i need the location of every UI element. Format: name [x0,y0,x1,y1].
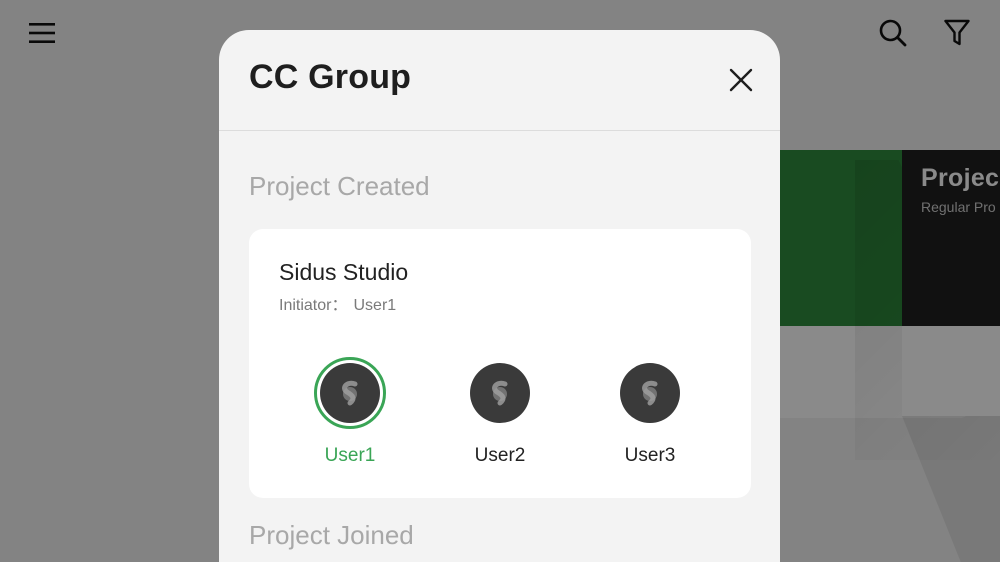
member-name: User2 [474,445,526,466]
app-screen: Projec Regular Pro CC Group Project Crea… [0,0,1000,562]
avatar-selected-ring [314,357,386,429]
avatar [470,363,530,423]
section-title-project-created: Project Created [249,171,430,201]
section-title-project-joined: Project Joined [249,520,414,550]
avatar-ring [614,357,686,429]
cc-group-modal: CC Group Project Created Sidus Studio In… [219,30,780,562]
user-avatar-logo-icon [342,380,358,406]
project-card[interactable]: Sidus Studio Initiator： User1 User1 User… [249,229,751,498]
member-name: User3 [624,445,676,466]
user-avatar-logo-icon [642,380,658,406]
member-name: User1 [324,445,376,466]
initiator-label: Initiator： [279,297,348,314]
member-user3[interactable]: User3 [600,357,700,467]
member-user1[interactable]: User1 [300,357,400,467]
modal-title: CC Group [249,58,412,96]
modal-header: CC Group [219,30,780,131]
close-button[interactable] [725,64,757,96]
avatar [620,363,680,423]
member-user2[interactable]: User2 [450,357,550,467]
initiator-row: Initiator： User1 [279,291,396,315]
project-name: Sidus Studio [279,259,409,285]
user-avatar-logo-icon [492,380,508,406]
close-icon [729,68,753,92]
initiator-value: User1 [353,297,397,314]
avatar-ring [464,357,536,429]
avatar [320,363,380,423]
